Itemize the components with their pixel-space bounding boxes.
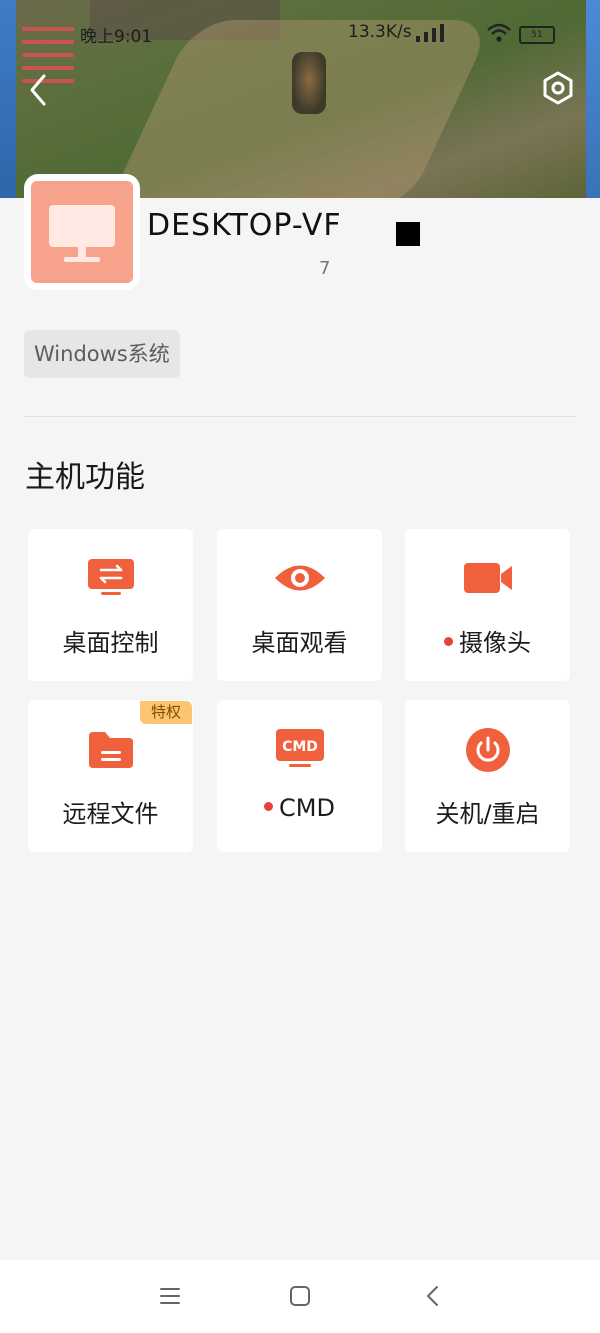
new-dot (444, 636, 453, 646)
eye-icon (274, 565, 325, 591)
folder-icon (88, 732, 133, 768)
camera-label: 摄像头 (405, 623, 570, 658)
cmd-label: CMD (217, 794, 382, 822)
status-time: 晚上9:01 (80, 27, 153, 47)
camera-icon (463, 563, 512, 593)
preview-right-edge (586, 0, 600, 200)
system-nav-bar (0, 1260, 600, 1333)
desktop-view-button[interactable]: 桌面观看 (217, 529, 382, 681)
shutdown-restart-label: 关机/重启 (435, 800, 540, 828)
menu-icon[interactable] (157, 1283, 183, 1309)
section-title: 主机功能 (25, 460, 145, 495)
os-tag: Windows系统 (24, 330, 180, 378)
preview-game-character (292, 52, 326, 114)
shutdown-restart-button[interactable]: 关机/重启 (405, 700, 570, 852)
chevron-left-icon (30, 74, 46, 106)
device-subtitle: 7 (319, 258, 331, 279)
svg-text:CMD: CMD (282, 739, 318, 755)
new-dot (264, 801, 274, 811)
cmd-button[interactable]: CMD CMD (217, 700, 382, 852)
privilege-badge: 特权 (140, 701, 192, 724)
device-avatar (24, 174, 140, 290)
wifi-icon (487, 23, 511, 42)
cmd-icon: CMD (275, 729, 324, 767)
back-button[interactable] (24, 72, 54, 108)
battery-icon: 51 (519, 26, 555, 44)
gear-icon (543, 71, 573, 105)
settings-button[interactable] (540, 70, 576, 106)
desktop-preview[interactable]: 晚上9:01 13.3K/s 51 (0, 0, 600, 200)
desktop-control-label: 桌面控制 (62, 629, 159, 657)
status-network-speed: 13.3K/s (348, 22, 412, 42)
device-name: DESKTOP-VF (147, 208, 342, 243)
divider (24, 416, 576, 417)
desktop-transfer-icon (87, 559, 134, 595)
preview-left-edge (0, 0, 16, 200)
desktop-view-label: 桌面观看 (251, 629, 348, 657)
camera-button[interactable]: 摄像头 (405, 529, 570, 681)
desktop-control-button[interactable]: 桌面控制 (28, 529, 193, 681)
signal-icon (416, 24, 444, 42)
remote-files-label: 远程文件 (62, 800, 159, 828)
power-icon (465, 728, 510, 772)
redaction-block (396, 222, 420, 246)
monitor-icon (49, 205, 115, 262)
remote-files-button[interactable]: 特权 远程文件 (28, 700, 193, 852)
home-icon[interactable] (287, 1283, 313, 1309)
back-icon[interactable] (420, 1283, 446, 1309)
